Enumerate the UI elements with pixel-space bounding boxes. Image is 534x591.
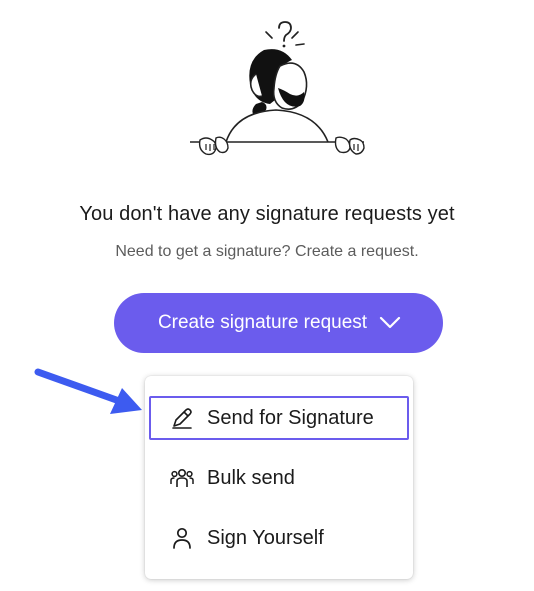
create-signature-request-button[interactable]: Create signature request xyxy=(114,293,443,353)
page: You don't have any signature requests ye… xyxy=(0,0,534,591)
menu-item-label: Bulk send xyxy=(207,466,295,489)
empty-state-subtitle: Need to get a signature? Create a reques… xyxy=(115,243,419,260)
menu-item-label: Send for Signature xyxy=(207,406,374,429)
annotation-arrow xyxy=(34,368,142,414)
empty-state-title: You don't have any signature requests ye… xyxy=(79,203,455,225)
person-icon xyxy=(169,525,195,551)
pen-icon xyxy=(169,405,195,431)
empty-state-illustration xyxy=(190,21,365,156)
menu-item-bulk-send[interactable]: Bulk send xyxy=(149,456,409,500)
create-button-label: Create signature request xyxy=(157,312,368,333)
chevron-down-icon xyxy=(379,316,401,330)
menu-item-send-for-signature[interactable]: Send for Signature xyxy=(149,396,409,440)
menu-item-label: Sign Yourself xyxy=(207,526,324,549)
menu-item-sign-yourself[interactable]: Sign Yourself xyxy=(149,516,409,560)
group-icon xyxy=(169,465,195,491)
create-request-dropdown-menu: Send for Signature Bulk send Sign Yourse… xyxy=(145,376,413,579)
